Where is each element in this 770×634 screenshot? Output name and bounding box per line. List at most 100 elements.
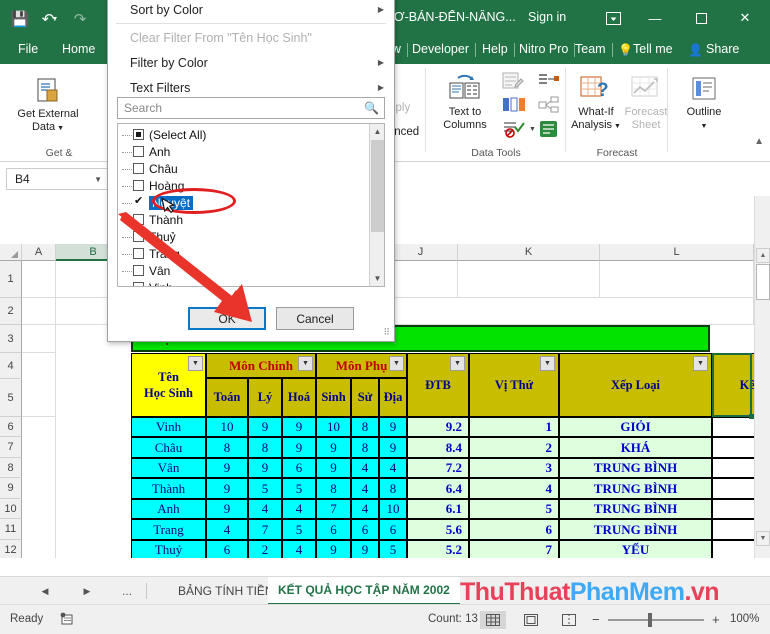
cell-vithu[interactable]: 4 xyxy=(469,478,559,499)
name-box-caret-icon[interactable]: ▼ xyxy=(94,175,102,184)
sheet-overflow-icon[interactable]: ... xyxy=(118,583,136,599)
zoom-slider-knob[interactable] xyxy=(648,613,652,627)
undo-icon[interactable]: ↶▼ xyxy=(38,7,62,31)
cell-sinh[interactable]: 9 xyxy=(316,458,351,478)
redo-icon[interactable]: ↷ xyxy=(68,7,92,31)
list-item[interactable]: Hoàng xyxy=(118,177,368,194)
cell-vithu[interactable]: 3 xyxy=(469,458,559,478)
filter-dropdown-mon-chinh[interactable]: ▼ xyxy=(298,356,313,371)
cell-dia[interactable]: 4 xyxy=(379,458,407,478)
row-header-5[interactable]: 5 xyxy=(0,379,22,417)
cell-vithu[interactable]: 6 xyxy=(469,519,559,540)
name-box[interactable]: B4 ▼ xyxy=(6,168,110,190)
row-header-6[interactable]: 6 xyxy=(0,417,22,437)
minimize-button[interactable]: — xyxy=(638,6,672,30)
cell-xeploai[interactable]: GIỎI xyxy=(559,417,712,437)
subheader-hoa[interactable]: Hoá xyxy=(282,378,316,417)
checkbox[interactable] xyxy=(133,146,144,157)
share-button[interactable]: Share xyxy=(706,42,739,56)
subheader-sinh[interactable]: Sinh xyxy=(316,378,351,417)
filter-dropdown-dtb[interactable]: ▼ xyxy=(450,356,465,371)
manage-data-model-icon[interactable] xyxy=(538,120,560,143)
cell-xeploai[interactable]: TRUNG BÌNH xyxy=(559,478,712,499)
cell-vithu[interactable]: 2 xyxy=(469,437,559,458)
cell-dia[interactable]: 9 xyxy=(379,437,407,458)
remove-duplicates-icon[interactable] xyxy=(502,96,526,119)
cell-dtb[interactable]: 5.6 xyxy=(407,519,469,540)
filter-dropdown-ten-hoc-sinh[interactable]: ▼ xyxy=(188,356,203,371)
cell-sinh[interactable]: 8 xyxy=(316,478,351,499)
table-row[interactable]: Châu xyxy=(131,437,206,458)
list-item[interactable]: (Select All) xyxy=(118,126,368,143)
cell-ly[interactable]: 9 xyxy=(248,417,282,437)
tell-me-box[interactable]: Tell me xyxy=(633,42,673,56)
cell-j1[interactable] xyxy=(384,261,458,298)
cell-a4[interactable] xyxy=(22,353,56,417)
table-row[interactable]: Vinh xyxy=(131,417,206,437)
cell-toan[interactable]: 9 xyxy=(206,458,248,478)
checkbox[interactable] xyxy=(133,163,144,174)
cell-ly[interactable]: 2 xyxy=(248,540,282,558)
collapse-ribbon-icon[interactable]: ▲ xyxy=(754,136,764,147)
text-to-columns-button[interactable]: Text to Columns xyxy=(434,74,496,132)
filter-dropdown-xep-loai[interactable]: ▼ xyxy=(693,356,708,371)
vertical-scroll-thumb[interactable] xyxy=(756,264,770,300)
scroll-down-button[interactable]: ▼ xyxy=(756,531,770,546)
cell-l1[interactable] xyxy=(600,261,754,298)
subheader-ly[interactable]: Lý xyxy=(248,378,282,417)
cell-vithu[interactable]: 1 xyxy=(469,417,559,437)
cell-toan[interactable]: 8 xyxy=(206,437,248,458)
record-macro-icon[interactable] xyxy=(60,612,74,631)
list-item[interactable]: Châu xyxy=(118,160,368,177)
checkbox-select-all[interactable] xyxy=(133,129,144,140)
row-header-11[interactable]: 11 xyxy=(0,519,22,540)
close-button[interactable]: ✕ xyxy=(728,6,762,30)
cell-hoa[interactable]: 5 xyxy=(282,519,316,540)
cell-toan[interactable]: 10 xyxy=(206,417,248,437)
cell-su[interactable]: 4 xyxy=(351,458,379,478)
normal-view-icon[interactable] xyxy=(480,611,506,629)
cell-xeploai[interactable]: TRUNG BÌNH xyxy=(559,519,712,540)
cell-toan[interactable]: 9 xyxy=(206,478,248,499)
cell-sinh[interactable]: 9 xyxy=(316,540,351,558)
cell-ly[interactable]: 7 xyxy=(248,519,282,540)
zoom-level[interactable]: 100% xyxy=(730,613,759,625)
tab-file[interactable]: File xyxy=(18,42,38,56)
cell-hoa[interactable]: 9 xyxy=(282,437,316,458)
zoom-in-button[interactable]: + xyxy=(712,612,720,627)
tab-team[interactable]: Team xyxy=(575,42,606,56)
cell-ly[interactable]: 9 xyxy=(248,458,282,478)
cell-ly[interactable]: 8 xyxy=(248,437,282,458)
cell-a1[interactable] xyxy=(22,261,56,298)
col-header-l[interactable]: L xyxy=(600,244,754,261)
cell-hoa[interactable]: 5 xyxy=(282,478,316,499)
cell-a2[interactable] xyxy=(22,298,56,325)
cell-a-data[interactable] xyxy=(22,417,56,558)
table-row[interactable]: Anh xyxy=(131,499,206,519)
subheader-toan[interactable]: Toán xyxy=(206,378,248,417)
list-scrollbar[interactable]: ▲ ▼ xyxy=(369,124,384,286)
ribbon-display-options-icon[interactable] xyxy=(600,8,626,28)
col-header-k[interactable]: K xyxy=(458,244,600,261)
get-external-data-button[interactable]: Get External Data ▼ xyxy=(6,76,90,135)
row-header-10[interactable]: 10 xyxy=(0,499,22,519)
scroll-up-button[interactable]: ▲ xyxy=(756,248,770,263)
cell-su[interactable]: 4 xyxy=(351,478,379,499)
cell-toan[interactable]: 4 xyxy=(206,519,248,540)
cell-ly[interactable]: 5 xyxy=(248,478,282,499)
cell-dtb[interactable]: 6.1 xyxy=(407,499,469,519)
row-header-8[interactable]: 8 xyxy=(0,458,22,478)
row-header-12[interactable]: 12 xyxy=(0,540,22,558)
checkbox[interactable] xyxy=(133,180,144,191)
cell-sinh[interactable]: 9 xyxy=(316,437,351,458)
cell-dtb[interactable]: 9.2 xyxy=(407,417,469,437)
filter-dropdown-mon-phu[interactable]: ▼ xyxy=(389,356,404,371)
cell-hoa[interactable]: 6 xyxy=(282,458,316,478)
zoom-slider[interactable] xyxy=(608,619,704,621)
tab-nitro-pro[interactable]: Nitro Pro xyxy=(519,42,568,56)
tab-help[interactable]: Help xyxy=(482,42,508,56)
cell-dia[interactable]: 10 xyxy=(379,499,407,519)
row-header-3[interactable]: 3 xyxy=(0,325,22,353)
cell-xeploai[interactable]: KHÁ xyxy=(559,437,712,458)
cell-dia[interactable]: 5 xyxy=(379,540,407,558)
